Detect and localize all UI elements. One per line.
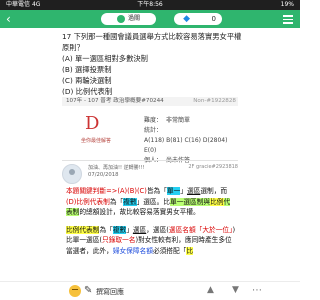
comment-date: 07/20/2018 xyxy=(88,172,119,178)
stats-difficulty: 難度： 非常簡單 xyxy=(144,117,191,124)
correct-answer: D xyxy=(85,113,100,134)
bottom-bar: ✎ 撰寫回應 ▲ ▼ ⋯ xyxy=(0,281,300,300)
back-arrow-icon[interactable]: ‹ xyxy=(6,12,20,26)
question-text: 17 下列那一種國會議員選舉方式比較容易落實男女平權原則？ xyxy=(62,32,242,52)
top-navigation-bar: ‹ 過關 ◆ 0 xyxy=(0,10,300,28)
clock: 下午8:56 xyxy=(137,1,163,8)
thumb-up-icon[interactable]: ▲ xyxy=(207,285,214,295)
comment-body: 本題關鍵判斷=>(A)(B)(C)皆為「單一」選區選制，而(D)比例代表制為「複… xyxy=(66,186,236,263)
answer-panel: D 坐你最佳解答 難度： 非常簡單 統計：A(118) B(81) C(16) D… xyxy=(62,108,238,164)
comment-paragraph-1: 本題關鍵判斷=>(A)(B)(C)皆為「單一」選區選制，而(D)比例代表制為「複… xyxy=(66,187,231,216)
emoji-icon[interactable] xyxy=(69,285,81,297)
comment-user[interactable]: 加油、再加油!! 逆轉勝!!! xyxy=(88,164,145,171)
comment-card: 加油、再加油!! 逆轉勝!!! 07/20/2018 2F gracie#292… xyxy=(62,163,238,283)
option-c[interactable]: (C) 兩輪決選制 xyxy=(62,75,248,86)
battery-status: 19% xyxy=(280,1,294,8)
diamond-icon: ◆ xyxy=(183,14,190,24)
option-a[interactable]: (A) 單一選區相對多數決制 xyxy=(62,53,248,64)
avatar[interactable] xyxy=(62,164,82,184)
answer-stats: 難度： 非常簡單 統計：A(118) B(81) C(16) D(2804) E(… xyxy=(144,116,238,166)
exam-info[interactable]: 107年 - 107 普考 政治學概要#70244 xyxy=(66,98,164,104)
pass-button[interactable]: 過關 xyxy=(101,13,156,25)
question-id: Non-#1922828 xyxy=(193,98,236,104)
pencil-icon[interactable]: ✎ xyxy=(84,285,92,297)
section-divider xyxy=(62,160,238,161)
question-card: 17 下列那一種國會議員選舉方式比較容易落實男女平權原則？ (A) 單一選區相對… xyxy=(62,31,248,97)
more-options-icon[interactable]: ⋯ xyxy=(252,285,263,296)
comment-paragraph-2: 比例代表制為「複數」選區，選區(選區名額「大於一位」)比單一選區(只錄取一名)對… xyxy=(66,225,236,255)
menu-icon[interactable] xyxy=(282,13,294,25)
answer-note: 坐你最佳解答 xyxy=(80,138,111,144)
comment-floor: 2F gracie#2923818 xyxy=(188,164,238,170)
stats-distribution: 統計：A(118) B(81) C(16) D(2804) E(0) xyxy=(144,127,228,154)
status-bar: 中華電信 4G 下午8:56 19% xyxy=(0,0,300,10)
pass-status-icon xyxy=(116,14,125,23)
question-meta: 107年 - 107 普考 政治學概要#70244 Non-#1922828 xyxy=(62,97,238,106)
option-d[interactable]: (D) 比例代表制 xyxy=(62,86,248,97)
thumb-down-icon[interactable]: ▼ xyxy=(232,285,239,295)
option-b[interactable]: (B) 選擇投票制 xyxy=(62,64,248,75)
write-reply-button[interactable]: 撰寫回應 xyxy=(96,286,124,298)
diamond-counter[interactable]: ◆ 0 xyxy=(174,13,222,25)
